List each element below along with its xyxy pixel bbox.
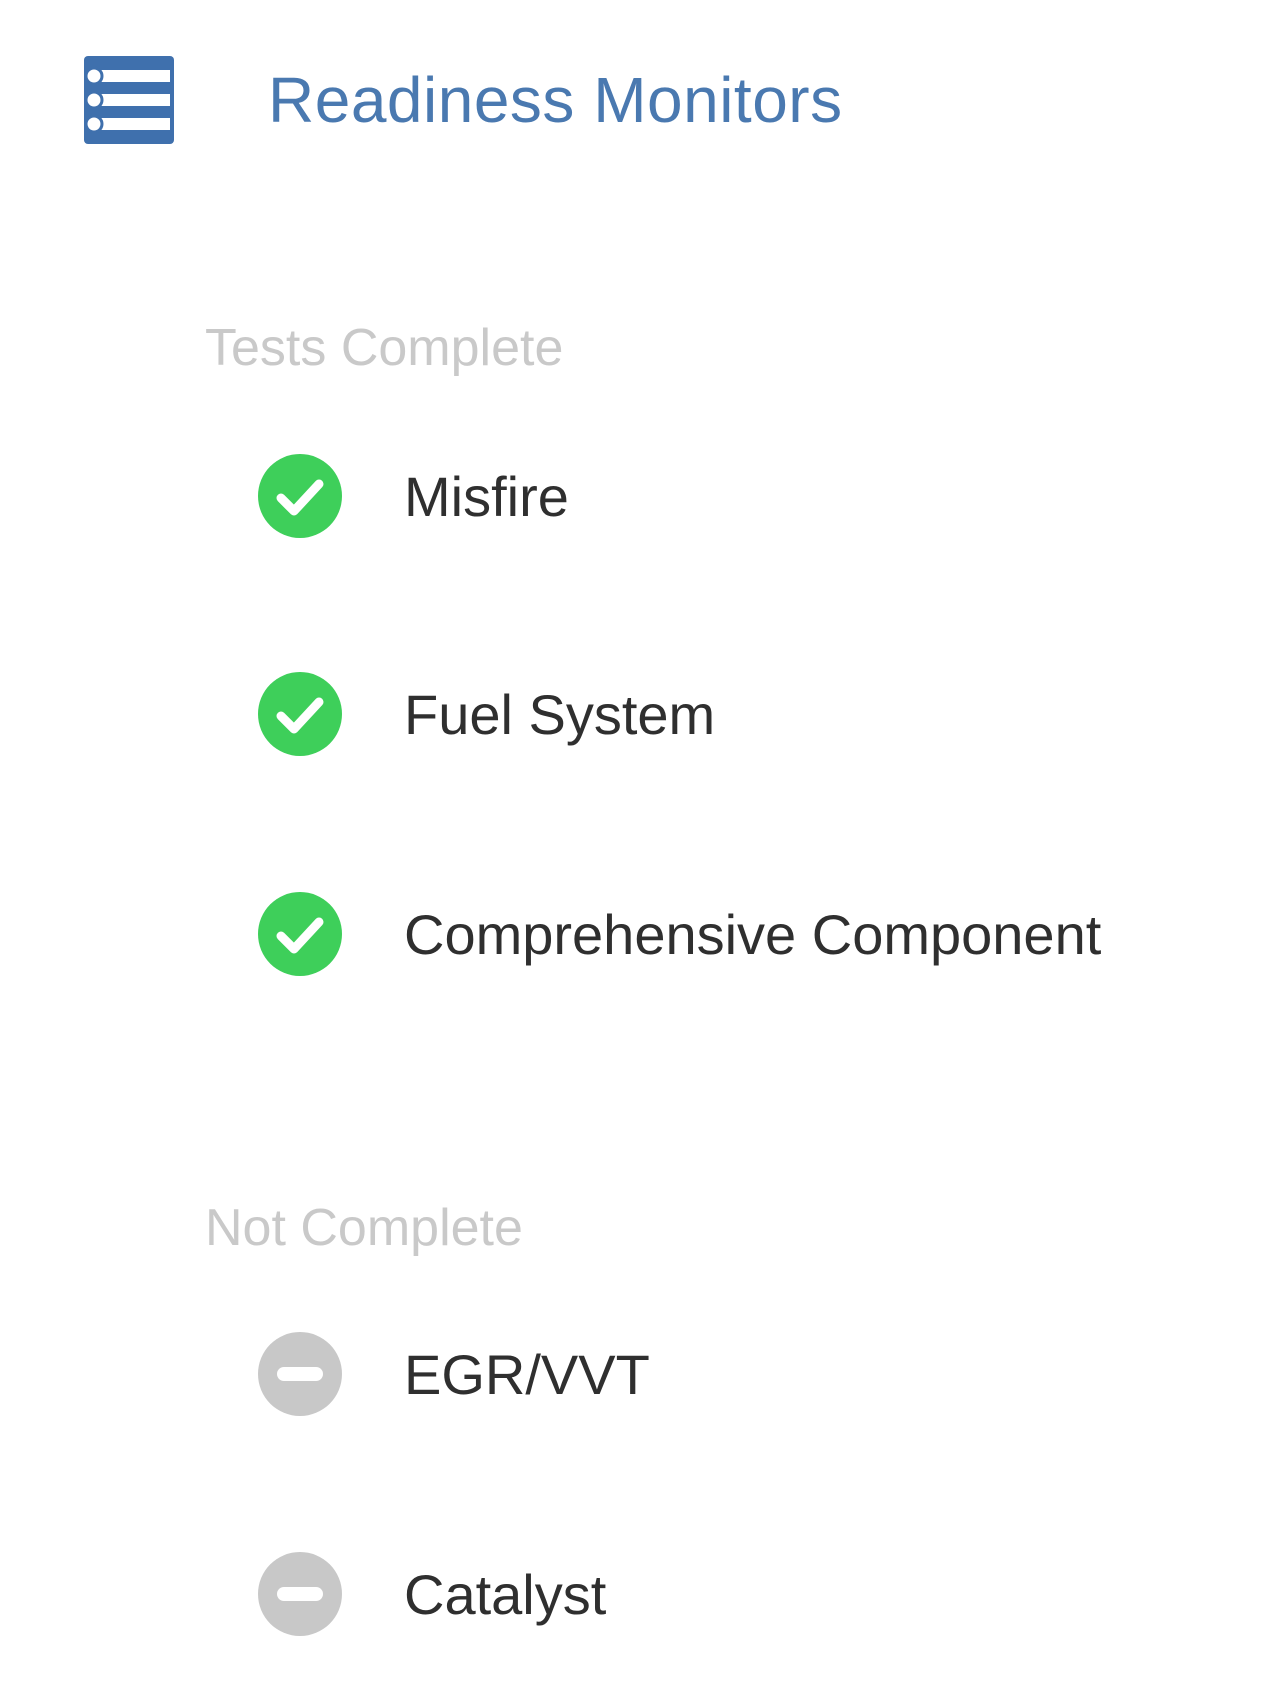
minus-circle-icon [258,1332,342,1416]
list-icon[interactable] [82,54,176,146]
minus-circle-icon [258,1552,342,1636]
check-circle-icon [258,892,342,976]
monitor-label: Misfire [404,464,569,528]
monitor-item-catalyst[interactable]: Catalyst [256,1550,606,1638]
section-label-tests-complete: Tests Complete [205,319,564,377]
section-label-not-complete: Not Complete [205,1199,523,1257]
monitor-item-comprehensive-component[interactable]: Comprehensive Component [256,890,1101,978]
check-circle-icon [258,454,342,538]
monitor-item-misfire[interactable]: Misfire [256,452,569,540]
page-header: Readiness Monitors [82,52,843,148]
monitor-item-fuel-system[interactable]: Fuel System [256,670,715,758]
monitor-label: Fuel System [404,682,716,746]
monitor-item-egr-vvt[interactable]: EGR/VVT [256,1330,650,1418]
monitor-label: EGR/VVT [404,1342,650,1406]
page-title: Readiness Monitors [268,64,843,136]
monitor-label: Catalyst [404,1562,607,1626]
monitor-label: Comprehensive Component [404,902,1102,966]
check-circle-icon [258,672,342,756]
